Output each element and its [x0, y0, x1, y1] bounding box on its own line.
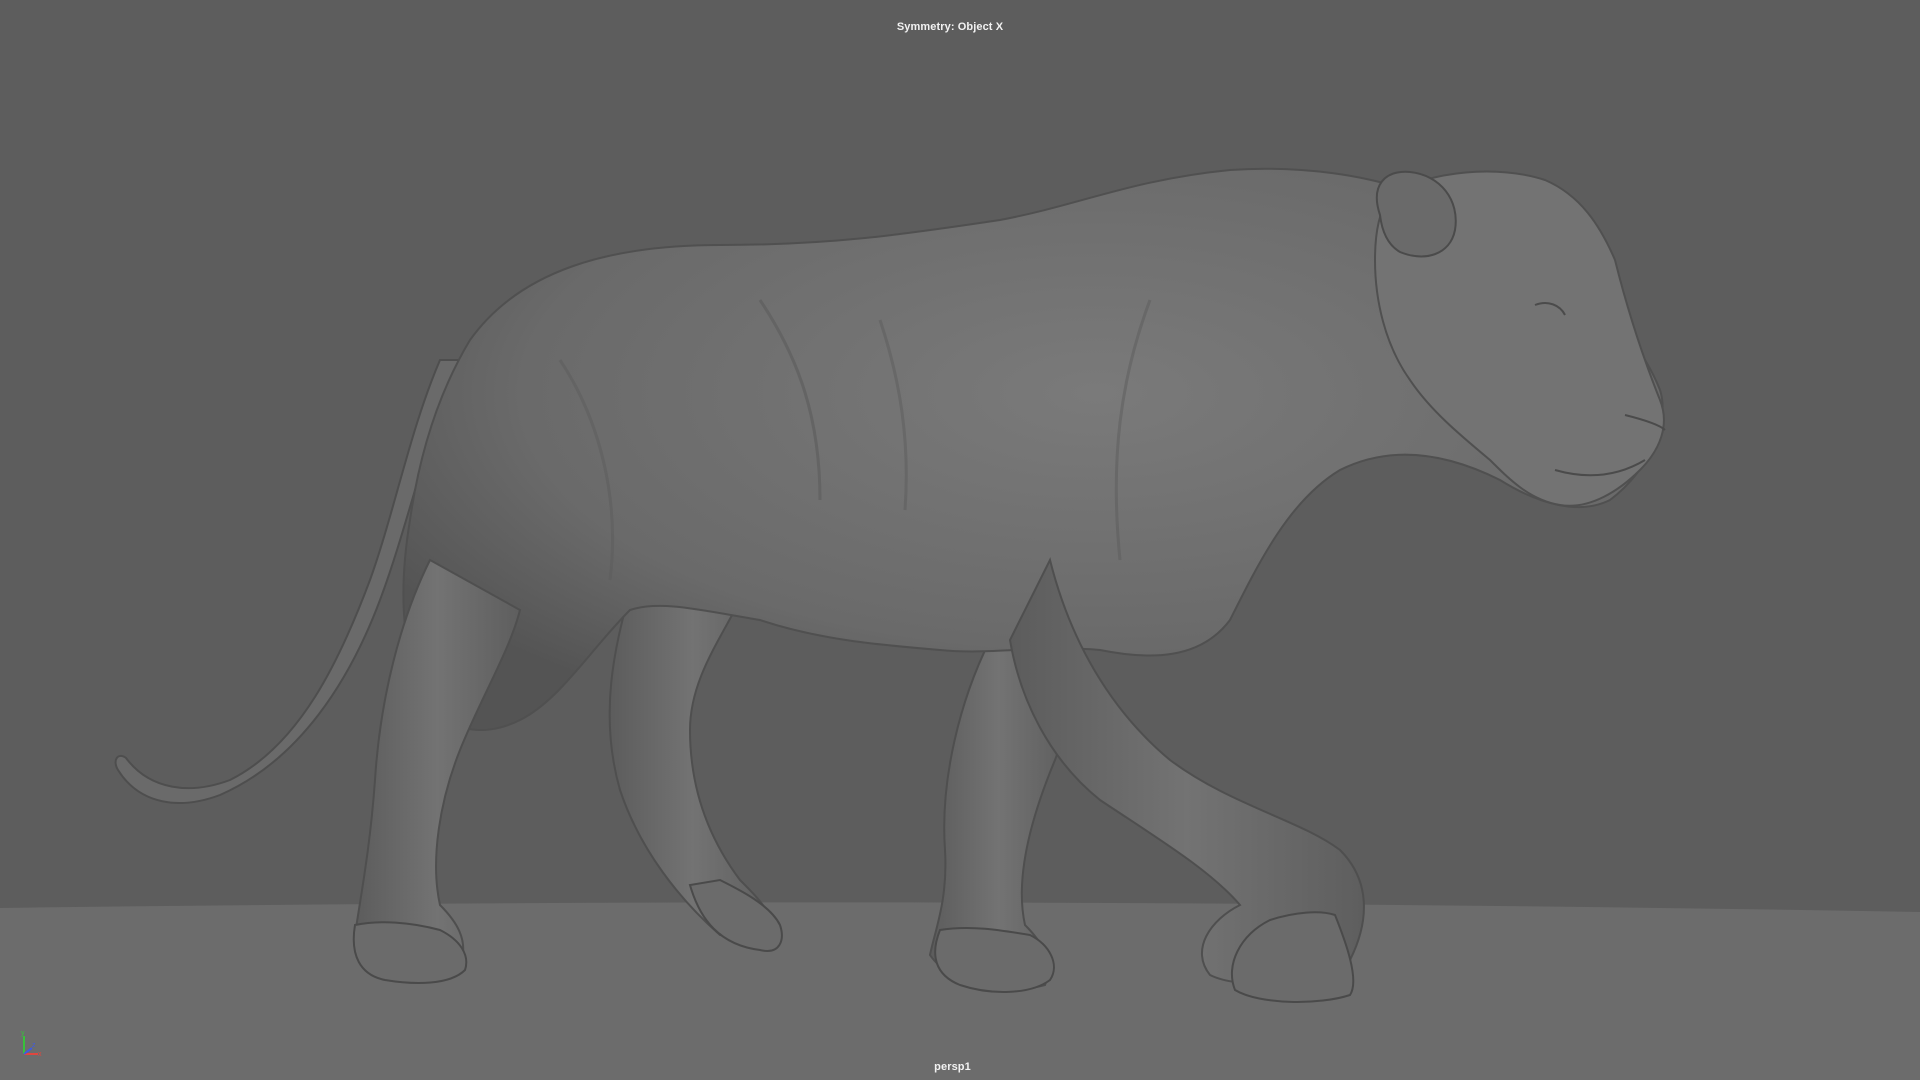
hind-leg-near	[353, 558, 522, 970]
paw-hind-far	[688, 878, 783, 952]
svg-text:y: y	[21, 1030, 25, 1037]
camera-name-label: persp1	[934, 1061, 971, 1073]
paw-front-far	[934, 926, 1055, 993]
3d-viewport[interactable]: Symmetry: Object X persp1 y x z	[0, 0, 1920, 1080]
svg-text:x: x	[38, 1051, 42, 1058]
symmetry-label: Symmetry: Object X	[896, 21, 1004, 33]
cat-model[interactable]	[0, 0, 1920, 1080]
svg-text:z: z	[32, 1042, 36, 1049]
axis-gizmo-icon: y x z	[21, 1030, 42, 1058]
